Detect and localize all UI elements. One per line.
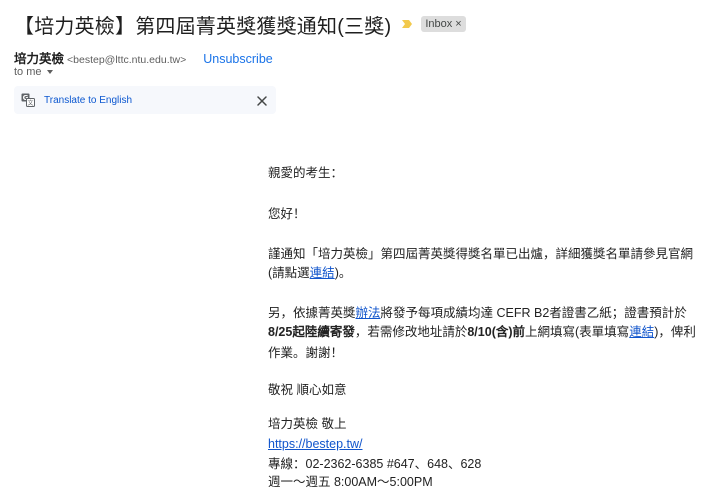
- closing-text: 敬祝 順心如意: [268, 383, 347, 397]
- paragraph-1-text-end: )。: [334, 266, 352, 280]
- paragraph-2-line-1: 另，依據菁英獎辦法將發予每項成績均達 CEFR B2者證書乙紙；證書預計於: [268, 305, 687, 321]
- paragraph-1-line-1: 謹通知「培力英檢」第四屆菁英獎得獎名單已出爐，詳細獲獎名單請參見官網: [268, 247, 694, 261]
- paragraph-2-line-3: 作業。謝謝！: [268, 346, 344, 360]
- paragraph-1-text: (請點選: [268, 266, 310, 280]
- recipient-text: to me: [14, 66, 42, 78]
- sender-row: 培力英檢 <bestep@lttc.ntu.edu.tw> Unsubscrib…: [14, 48, 273, 67]
- subject-row: 【培力英檢】第四屆菁英獎獲獎通知(三獎) Inbox ×: [14, 10, 466, 38]
- sender-email: <bestep@lttc.ntu.edu.tw>: [67, 54, 187, 66]
- recipient-details-toggle[interactable]: to me: [14, 66, 53, 78]
- mailing-date-text: 8/25起陸續寄發: [268, 325, 355, 339]
- paragraph-2-line-2: 8/25起陸續寄發，若需修改地址請於8/10(含)前上網填寫(表單填寫連結)，俾…: [268, 324, 696, 340]
- hello-text: 您好！: [268, 207, 306, 221]
- greeting-text: 親愛的考生：: [268, 166, 344, 180]
- paragraph-2-text-cont: 將發予每項成績均達 CEFR B2者證書乙紙；證書預計於: [380, 306, 687, 320]
- translate-bar: G 文 Translate to English: [14, 86, 276, 114]
- winners-list-link[interactable]: 連結: [310, 266, 335, 280]
- paragraph-2-text-mid: ，若需修改地址請於: [354, 325, 468, 339]
- unsubscribe-link[interactable]: Unsubscribe: [203, 52, 272, 66]
- sender-name[interactable]: 培力英檢: [14, 48, 64, 67]
- paragraph-1-line-2: (請點選連結)。: [268, 265, 351, 281]
- svg-text:文: 文: [27, 99, 33, 107]
- phone-text: 專線：02-2362-6385 #647、648、628: [268, 457, 482, 471]
- translate-icon: G 文: [21, 93, 35, 107]
- paragraph-2-text-post: 上網填寫(表單填寫: [525, 325, 630, 339]
- website-link-text[interactable]: https://bestep.tw/: [268, 437, 363, 451]
- office-hours-text: 週一～週五 8:00AM～5:00PM: [268, 475, 433, 489]
- award-rules-link[interactable]: 辦法: [356, 306, 381, 320]
- translate-to-english-link[interactable]: Translate to English: [44, 95, 132, 106]
- importance-marker-icon[interactable]: [401, 18, 413, 30]
- remove-label-icon[interactable]: ×: [455, 18, 461, 30]
- signature-text: 培力英檢 敬上: [268, 417, 347, 431]
- deadline-text: 8/10(含)前: [467, 325, 526, 339]
- paragraph-2-text: 另，依據菁英獎: [268, 306, 356, 320]
- inbox-label-text: Inbox: [425, 18, 453, 30]
- email-subject: 【培力英檢】第四屆菁英獎獲獎通知(三獎): [14, 15, 392, 38]
- close-icon[interactable]: [256, 94, 268, 106]
- address-form-link[interactable]: 連結: [629, 325, 654, 339]
- inbox-label-chip: Inbox ×: [421, 16, 466, 32]
- website-link[interactable]: https://bestep.tw/: [268, 436, 363, 452]
- paragraph-2-text-end: )，俾利: [654, 325, 696, 339]
- chevron-down-icon: [46, 70, 53, 74]
